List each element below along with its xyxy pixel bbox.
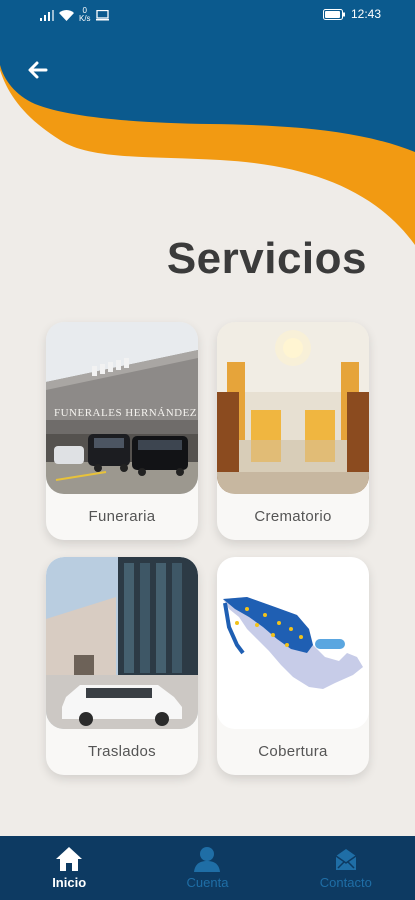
status-time: 12:43 — [350, 7, 381, 21]
nav-item-label: Contacto — [319, 875, 372, 890]
nav-item-contacto[interactable]: Contacto — [277, 836, 415, 900]
wifi-icon — [59, 9, 74, 21]
user-icon — [194, 847, 221, 872]
network-speed: 0 K/s — [79, 7, 91, 23]
header-background — [0, 0, 415, 245]
signal-icon — [40, 9, 54, 21]
status-bar: 0 K/s 12:43 — [0, 0, 415, 32]
service-card-crematorio[interactable]: Crematorio — [217, 322, 369, 540]
status-left: 0 K/s — [40, 7, 109, 23]
mail-icon — [335, 849, 357, 870]
nav-item-label: Inicio — [52, 875, 87, 890]
network-speed-unit: K/s — [79, 14, 91, 23]
status-right: 12:43 — [322, 7, 381, 21]
funeral-home-building-image: FUNERALES HERNÁNDEZ — [46, 322, 198, 494]
mexico-coverage-map-image — [217, 557, 369, 729]
page-title: Servicios — [166, 234, 367, 283]
nav-item-cuenta[interactable]: Cuenta — [138, 836, 276, 900]
arrow-left-icon — [28, 61, 48, 79]
home-icon — [56, 847, 83, 871]
service-card-label: Funeraria — [88, 508, 156, 525]
battery-icon — [322, 8, 345, 20]
service-card-label: Cobertura — [258, 743, 328, 760]
nav-item-label: Cuenta — [186, 875, 229, 890]
service-card-label: Crematorio — [254, 508, 332, 525]
hearse-transport-image — [46, 557, 198, 729]
screen-cast-icon — [95, 9, 109, 20]
building-signage: FUNERALES HERNÁNDEZ — [54, 407, 197, 419]
nav-item-inicio[interactable]: Inicio — [0, 836, 138, 900]
service-card-funeraria[interactable]: FUNERALES HERNÁNDEZ Funeraria — [46, 322, 198, 540]
crematorium-hall-image — [217, 322, 369, 494]
service-card-cobertura[interactable]: Cobertura — [217, 557, 369, 775]
service-card-label: Traslados — [87, 743, 156, 760]
back-button[interactable] — [22, 54, 54, 86]
bottom-navigation: Inicio Cuenta Contacto — [0, 836, 415, 900]
service-card-traslados[interactable]: Traslados — [46, 557, 198, 775]
